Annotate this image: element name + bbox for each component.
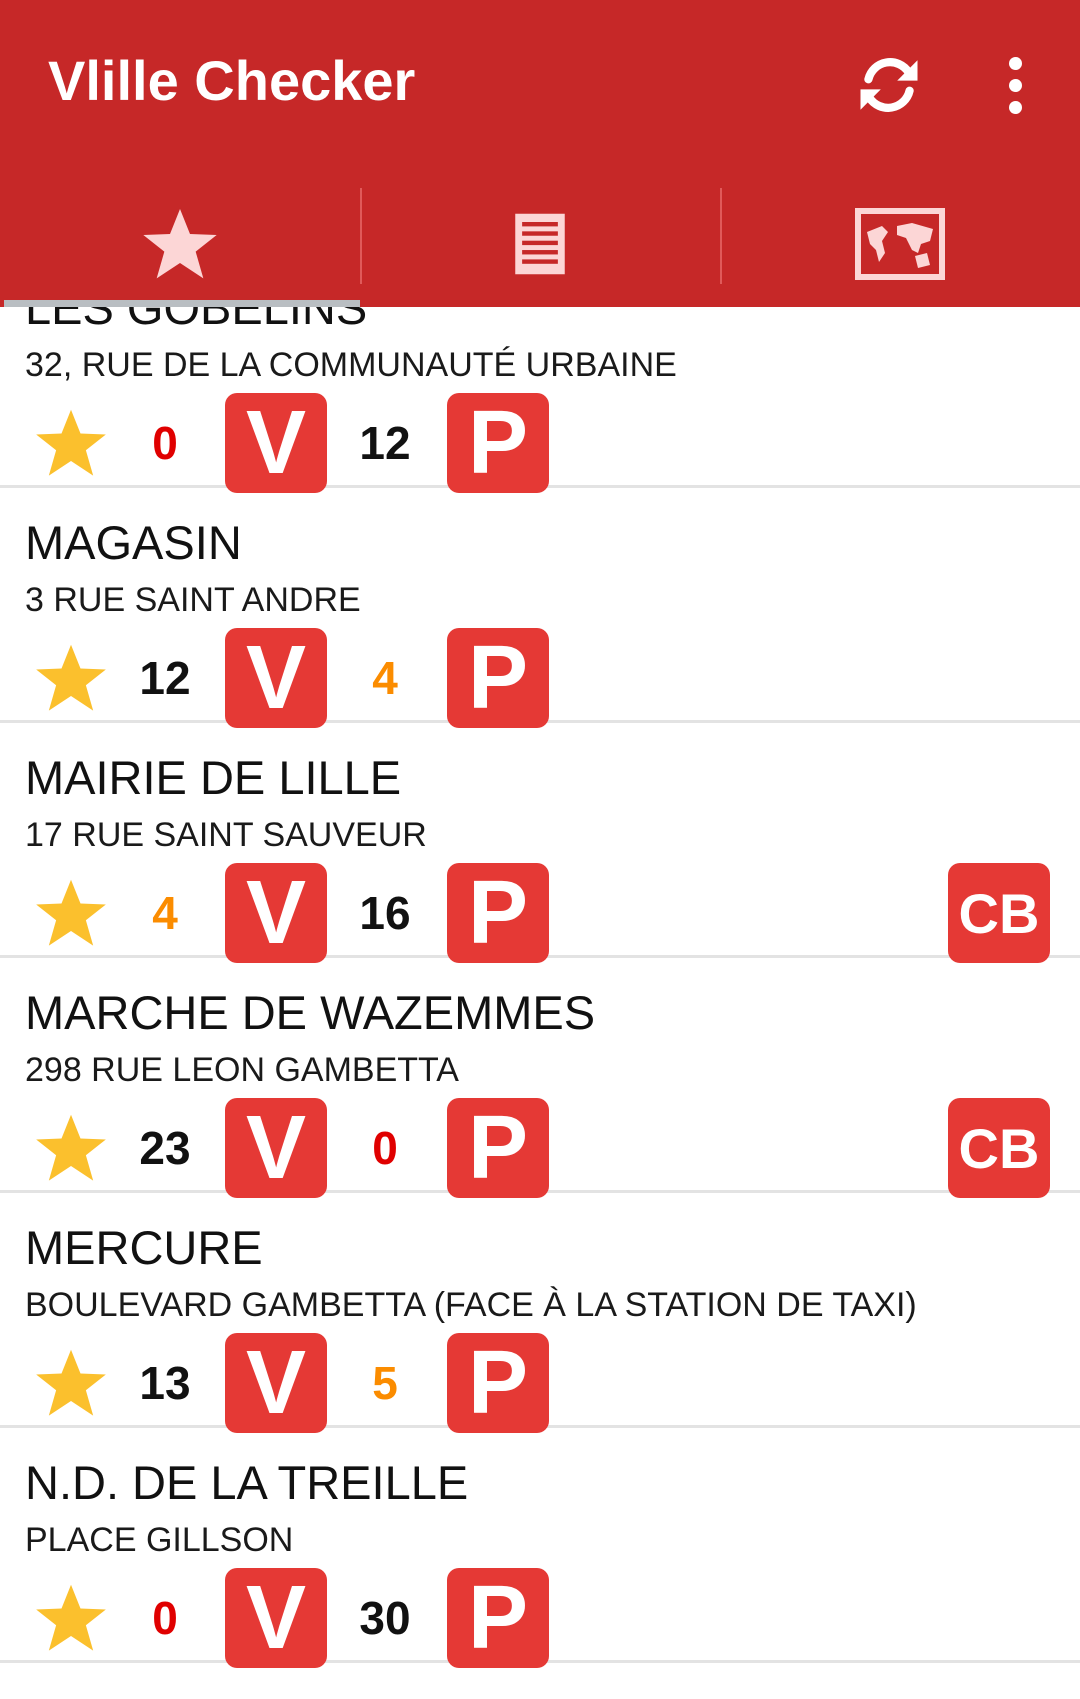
credit-card-badge-icon: CB — [948, 1098, 1050, 1198]
favorite-star-icon[interactable] — [32, 405, 110, 481]
station-item[interactable]: MERCURE BOULEVARD GAMBETTA (FACE À LA ST… — [0, 1193, 1080, 1433]
station-name: LES GOBELINS — [25, 307, 368, 334]
station-item[interactable]: N.D. DE LA TREILLE PLACE GILLSON 0 V 30 … — [0, 1428, 1080, 1668]
favorite-star-icon[interactable] — [32, 1110, 110, 1186]
parking-badge-icon: P — [447, 628, 549, 728]
tab-divider — [720, 188, 722, 284]
station-name: MAIRIE DE LILLE — [25, 751, 402, 804]
favorite-star-icon[interactable] — [32, 1580, 110, 1656]
station-address: PLACE GILLSON — [25, 1521, 294, 1559]
station-item[interactable]: MARCHE DE WAZEMMES 298 RUE LEON GAMBETTA… — [0, 958, 1080, 1198]
available-docks-count: 0 — [372, 1122, 398, 1174]
app-title: Vlille Checker — [48, 49, 416, 112]
station-stats: 23 V 0 P CB — [0, 1096, 1080, 1200]
available-docks-count: 4 — [372, 652, 398, 704]
refresh-icon — [860, 58, 918, 112]
station-stats: 0 V 12 P — [0, 391, 1080, 495]
station-address: 17 RUE SAINT SAUVEUR — [25, 816, 427, 854]
credit-card-badge-icon: CB — [948, 863, 1050, 963]
bikes-badge-icon: V — [225, 1333, 327, 1433]
station-address: 32, RUE DE LA COMMUNAUTÉ URBAINE — [25, 346, 677, 384]
list-icon — [515, 213, 565, 274]
station-address: BOULEVARD GAMBETTA (FACE À LA STATION DE… — [25, 1286, 917, 1324]
tab-bar — [0, 180, 1080, 307]
station-name: MAGASIN — [25, 516, 242, 569]
station-stats: 4 V 16 P CB — [0, 861, 1080, 965]
station-stats: 0 V 30 P — [0, 1566, 1080, 1670]
more-vert-icon-dot-2 — [1008, 78, 1022, 92]
station-name: N.D. DE LA TREILLE — [25, 1456, 469, 1509]
app-bar: Vlille Checker — [0, 0, 1080, 307]
favorite-star-icon[interactable] — [32, 1345, 110, 1421]
bikes-badge-icon: V — [225, 863, 327, 963]
tab-divider — [360, 188, 362, 284]
tab-map[interactable] — [720, 180, 1080, 307]
parking-badge-icon: P — [447, 1333, 549, 1433]
parking-badge-icon: P — [447, 1098, 549, 1198]
favorite-star-icon[interactable] — [32, 640, 110, 716]
bikes-badge-icon: V — [225, 628, 327, 728]
available-bikes-count: 12 — [139, 652, 191, 704]
overflow-menu-button[interactable] — [980, 40, 1050, 130]
station-list[interactable]: LES GOBELINS 32, RUE DE LA COMMUNAUTÉ UR… — [0, 307, 1080, 1699]
available-docks-count: 12 — [359, 417, 411, 469]
available-bikes-count: 23 — [139, 1122, 191, 1174]
available-bikes-count: 13 — [139, 1357, 191, 1409]
refresh-button[interactable] — [844, 40, 934, 130]
star-icon — [143, 208, 217, 278]
available-docks-count: 30 — [359, 1592, 411, 1644]
parking-badge-icon: P — [447, 863, 549, 963]
favorite-star-icon[interactable] — [32, 875, 110, 951]
station-item[interactable]: MAGASIN 3 RUE SAINT ANDRE 12 V 4 P — [0, 488, 1080, 728]
parking-badge-icon: P — [447, 1568, 549, 1668]
bikes-badge-icon: V — [225, 1098, 327, 1198]
available-bikes-count: 0 — [152, 417, 178, 469]
tab-favorites[interactable] — [0, 180, 360, 307]
available-bikes-count: 0 — [152, 1592, 178, 1644]
station-address: 298 RUE LEON GAMBETTA — [25, 1051, 459, 1089]
bikes-badge-icon: V — [225, 1568, 327, 1668]
parking-badge-icon: P — [447, 393, 549, 493]
available-docks-count: 16 — [359, 887, 411, 939]
station-item[interactable]: MAIRIE DE LILLE 17 RUE SAINT SAUVEUR 4 V… — [0, 723, 1080, 963]
station-item[interactable]: LES GOBELINS 32, RUE DE LA COMMUNAUTÉ UR… — [0, 307, 1080, 493]
map-icon — [855, 207, 945, 280]
more-vert-icon-dot-3 — [1008, 100, 1022, 114]
station-stats: 13 V 5 P — [0, 1331, 1080, 1435]
available-docks-count: 5 — [372, 1357, 398, 1409]
station-name: MARCHE DE WAZEMMES — [25, 986, 596, 1039]
tab-list[interactable] — [360, 180, 720, 307]
tab-selected-indicator — [4, 300, 360, 307]
station-address: 3 RUE SAINT ANDRE — [25, 581, 361, 619]
bikes-badge-icon: V — [225, 393, 327, 493]
more-vert-icon — [1008, 56, 1022, 70]
station-name: MERCURE — [25, 1221, 263, 1274]
available-bikes-count: 4 — [152, 887, 178, 939]
station-stats: 12 V 4 P — [0, 626, 1080, 730]
